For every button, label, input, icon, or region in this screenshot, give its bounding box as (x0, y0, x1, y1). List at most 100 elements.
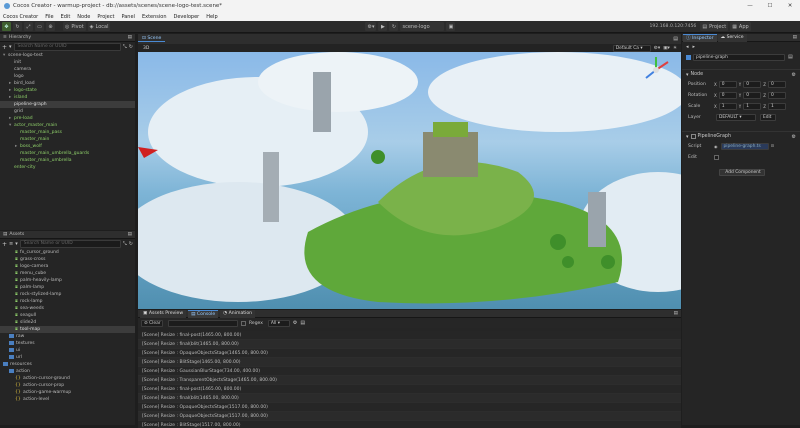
collapse-icon[interactable]: ⤡ (123, 241, 127, 247)
component-checkbox[interactable] (690, 134, 696, 139)
hierarchy-node[interactable]: ▸ bird_load (0, 80, 135, 87)
asset-item[interactable]: raw (0, 333, 135, 340)
asset-item[interactable]: textures (0, 340, 135, 347)
scene-panel-menu-icon[interactable]: ▤ (673, 36, 678, 42)
hierarchy-node[interactable]: ▾ actor_master_main (0, 122, 135, 129)
component-header[interactable]: ▾ PipelineGraph ⚙ (682, 131, 800, 141)
rotation-y[interactable]: 0 (743, 92, 762, 99)
hierarchy-node[interactable]: init (0, 59, 135, 66)
console-log-row[interactable]: [Scene] Resize : final-post(1465.00, 800… (138, 331, 681, 340)
rotation-x[interactable]: 0 (718, 92, 737, 99)
console-log-row[interactable]: [Scene] Resize : GaussianBlurStage(734.0… (138, 367, 681, 376)
console-log-row[interactable]: [Scene] Resize : OpaqueObjectsStage(1465… (138, 349, 681, 358)
asset-item[interactable]: {} action-level (0, 396, 135, 403)
asset-item[interactable]: ⧈ grass-cross (0, 256, 135, 263)
asset-item[interactable]: ⧈ fx_cursor_ground (0, 249, 135, 256)
console-log-row[interactable]: [Scene] Resize : final(blit(1465.00, 800… (138, 394, 681, 403)
back-icon[interactable]: ◂ (686, 44, 689, 50)
console-menu-icon[interactable]: ▤ (674, 311, 678, 316)
sort-icon[interactable]: ≡ (9, 241, 13, 247)
asset-item[interactable]: ⧈ rock-stylized-lamp (0, 291, 135, 298)
scale-x[interactable]: 1 (718, 103, 737, 110)
move-tool-icon[interactable]: ✥ (2, 22, 11, 31)
asset-item[interactable]: ⧈ palm-heavily-lamp (0, 277, 135, 284)
node-active-checkbox[interactable] (686, 54, 691, 60)
add-component-button[interactable]: Add Component (719, 169, 765, 176)
menu-project[interactable]: Project (97, 14, 114, 20)
hierarchy-node[interactable]: master_main (0, 136, 135, 143)
hierarchy-node[interactable]: camera (0, 66, 135, 73)
edit-checkbox[interactable] (714, 155, 719, 160)
asset-item[interactable]: {} action-cursor-prop (0, 382, 135, 389)
asset-item[interactable]: ⧈ rock-lamp (0, 298, 135, 305)
hierarchy-node[interactable]: logo (0, 73, 135, 80)
assets-search-input[interactable]: Search Name or UUID (19, 240, 121, 248)
collapse-icon[interactable]: ⤡ (123, 44, 127, 50)
node-menu-icon[interactable]: ▤ (788, 54, 793, 60)
menu-help[interactable]: Help (206, 14, 217, 20)
tab-service[interactable]: ☁ Service (717, 33, 747, 42)
console-log-row[interactable]: [Scene] Resize : BlitStage(1465.00, 800.… (138, 358, 681, 367)
scene-selector[interactable]: scene-logo (400, 22, 445, 31)
hierarchy-search-input[interactable]: Search Name or UUID (13, 43, 121, 51)
hierarchy-node[interactable]: ▾ scene-logo-test (0, 52, 135, 59)
asset-item[interactable]: ⧈ sea-weeds (0, 305, 135, 312)
panel-menu-icon[interactable]: ▤ (128, 232, 132, 237)
asset-item[interactable]: ui (0, 347, 135, 354)
scale-tool-icon[interactable]: ⤢ (24, 22, 33, 31)
hierarchy-node[interactable]: ▸ boss_wolf (0, 143, 135, 150)
rect-tool-icon[interactable]: ▭ (35, 22, 44, 31)
asset-item[interactable]: resources (0, 361, 135, 368)
node-settings-icon[interactable]: ⚙ (792, 72, 796, 78)
position-y[interactable]: 0 (743, 81, 762, 88)
gizmo-settings-icon[interactable]: ⚙▾ (654, 46, 660, 51)
maximize-button[interactable]: ☐ (760, 0, 780, 12)
panel-menu-icon[interactable]: ▤ (128, 35, 132, 40)
asset-item[interactable]: ⧈ menu_cube (0, 270, 135, 277)
clear-button[interactable]: ⊘ Clear (141, 319, 163, 327)
hierarchy-node[interactable]: master_main_pass (0, 129, 135, 136)
hierarchy-node[interactable]: ▸ pre-load (0, 115, 135, 122)
console-log-row[interactable]: [Scene] Resize : final(blit(1465.00, 800… (138, 340, 681, 349)
tab-animation[interactable]: ◔ Animation (220, 309, 256, 318)
local-button[interactable]: ◈ Local (87, 22, 111, 31)
hierarchy-node[interactable]: enter-city (0, 164, 135, 171)
scene-viewport[interactable] (138, 52, 681, 309)
tab-scene[interactable]: ⊡ Scene (138, 36, 166, 42)
console-log-row[interactable]: [Scene] Resize : final-post(1465.00, 800… (138, 385, 681, 394)
hierarchy-node[interactable]: grid (0, 108, 135, 115)
locate-icon[interactable]: ⊙ (771, 144, 775, 149)
hierarchy-node[interactable]: ▸ island (0, 94, 135, 101)
console-log-row[interactable]: [Scene] Resize : OpaqueObjectsStage(1517… (138, 403, 681, 412)
refresh-icon[interactable]: ↻ (129, 241, 133, 247)
scale-z[interactable]: 1 (767, 103, 786, 110)
script-field[interactable]: pipeline-graph.ts (720, 143, 769, 150)
hierarchy-node[interactable]: pipeline-graph (0, 101, 135, 108)
project-button[interactable]: ▤ Project (700, 22, 729, 31)
menu-developer[interactable]: Developer (174, 14, 200, 20)
layer-edit-button[interactable]: Edit (760, 114, 776, 121)
tab-assets-preview[interactable]: ▣ Assets Preview (140, 309, 187, 318)
menu-file[interactable]: File (45, 14, 53, 20)
menu-node[interactable]: Node (77, 14, 90, 20)
asset-item[interactable]: ⧈ logo-camera (0, 263, 135, 270)
hierarchy-node[interactable]: master_main_umbrella (0, 157, 135, 164)
rotate-tool-icon[interactable]: ↻ (13, 22, 22, 31)
regex-checkbox[interactable] (241, 320, 246, 326)
filter-icon[interactable]: ▾ (15, 241, 18, 247)
add-asset-icon[interactable]: + (2, 241, 7, 248)
menu-extension[interactable]: Extension (142, 14, 167, 20)
asset-item[interactable]: {} action-game-warmup (0, 389, 135, 396)
asset-item[interactable]: {} action-cursor-ground (0, 375, 135, 382)
forward-icon[interactable]: ▸ (693, 44, 696, 50)
component-settings-icon[interactable]: ⚙ (792, 134, 796, 140)
scale-y[interactable]: 1 (743, 103, 762, 110)
hierarchy-node[interactable]: master_main_umbrella_guards (0, 150, 135, 157)
level-dropdown[interactable]: All ▾ (267, 319, 290, 327)
asset-item[interactable]: ⧈ tool-map (0, 326, 135, 333)
preview-icon[interactable]: ▣ (446, 22, 456, 31)
pivot-button[interactable]: ◎ Pivot (63, 22, 86, 31)
menu-cocos[interactable]: Cocos Creator (3, 14, 38, 20)
menu-edit[interactable]: Edit (61, 14, 71, 20)
play-settings-icon[interactable]: ⚙▾ (365, 22, 377, 31)
